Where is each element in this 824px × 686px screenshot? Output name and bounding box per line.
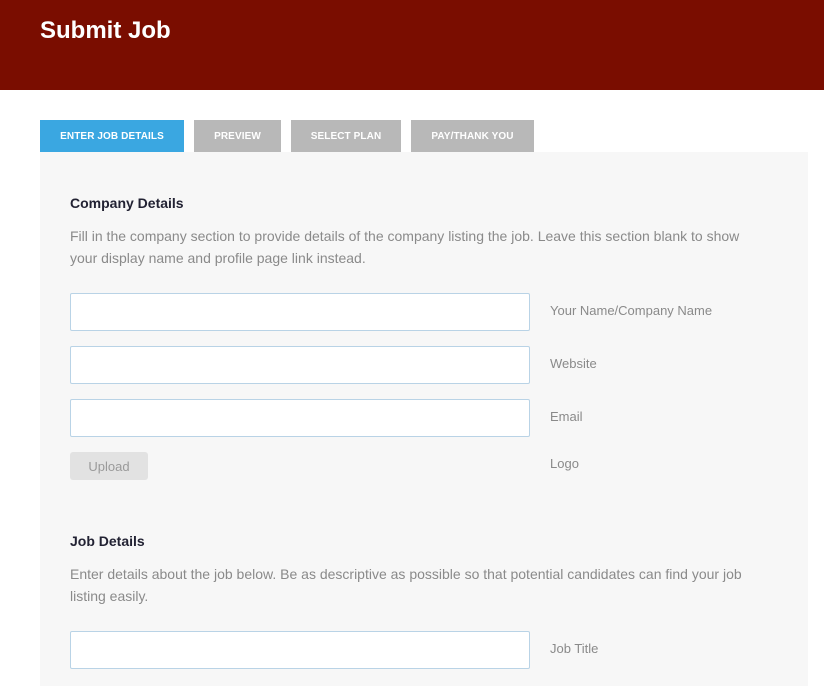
logo-upload-button[interactable]: Upload — [70, 452, 148, 480]
company-name-label: Your Name/Company Name — [550, 303, 713, 318]
website-label: Website — [550, 356, 597, 371]
job-title-label: Job Title — [550, 641, 599, 656]
logo-label: Logo — [550, 456, 579, 471]
page-title: Submit Job — [40, 17, 171, 44]
job-title-input[interactable] — [70, 631, 530, 669]
company-name-input[interactable] — [70, 293, 530, 331]
company-details-description: Fill in the company section to provide d… — [70, 228, 740, 266]
page-header: Submit Job — [0, 0, 824, 90]
tab-select-plan[interactable]: Select Plan — [291, 120, 401, 152]
tab-pay-thank-you[interactable]: Pay/Thank You — [411, 120, 534, 152]
tab-preview[interactable]: Preview — [194, 120, 281, 152]
job-details-description: Enter details about the job below. Be as… — [70, 566, 742, 604]
email-input[interactable] — [70, 399, 530, 437]
email-label: Email — [550, 409, 583, 424]
form-panel: Company Details Fill in the company sect… — [40, 152, 808, 686]
tab-enter-job-details[interactable]: Enter Job Details — [40, 120, 184, 152]
website-input[interactable] — [70, 346, 530, 384]
job-details-heading: Job Details — [70, 533, 145, 549]
company-details-heading: Company Details — [70, 195, 184, 211]
